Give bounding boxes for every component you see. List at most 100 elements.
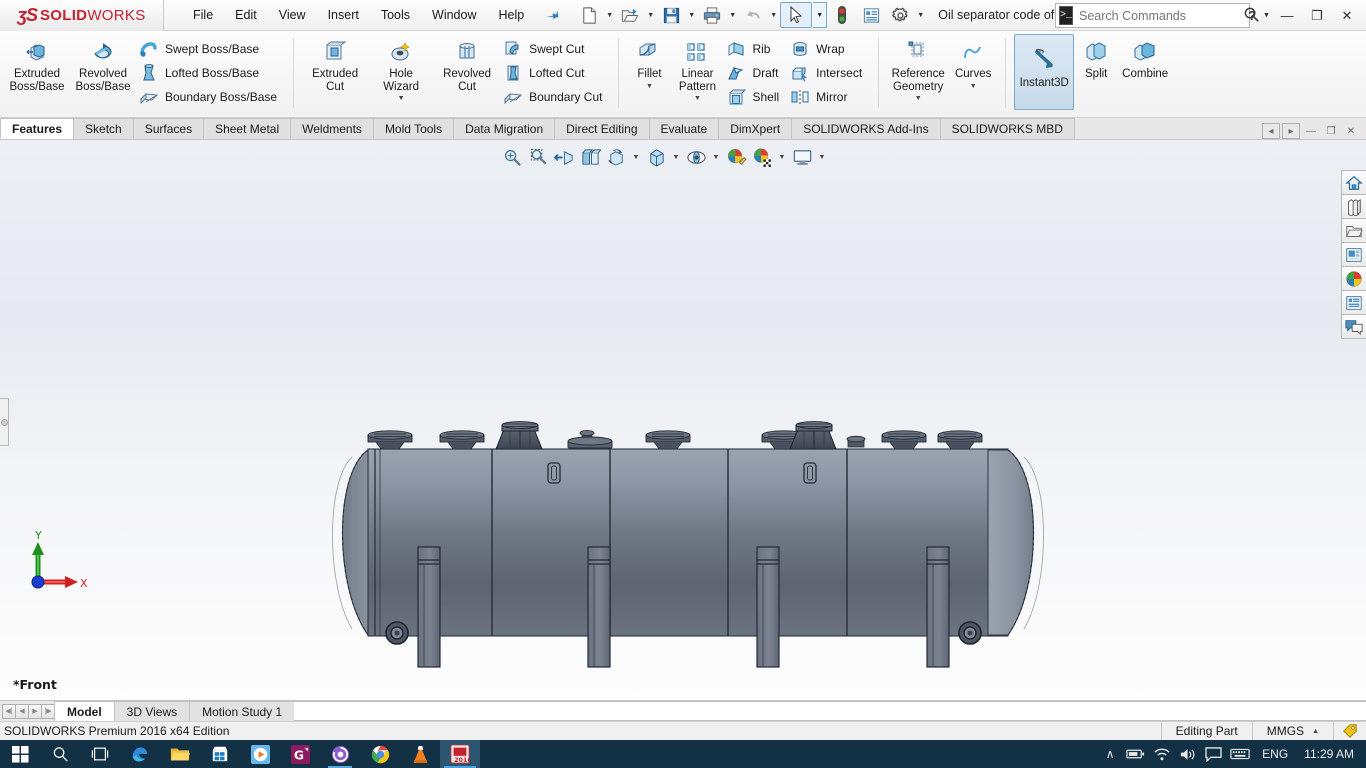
revolved-boss-base-button[interactable]: Revolved Boss/Base — [70, 34, 136, 93]
edge-browser-button[interactable] — [120, 740, 160, 768]
view-orientation-button[interactable] — [604, 145, 628, 169]
tab-data-migration[interactable]: Data Migration — [453, 118, 556, 139]
new-document-button[interactable] — [575, 2, 603, 28]
rib-button[interactable]: Rib — [723, 37, 787, 61]
doc-restore-button[interactable]: ❐ — [1322, 123, 1340, 139]
battery-icon[interactable] — [1122, 740, 1149, 768]
solidworks-logo[interactable]: ʒS SOLIDWORKS — [0, 0, 164, 31]
options-list-button[interactable] — [857, 2, 885, 28]
open-document-caret[interactable]: ▼ — [645, 2, 656, 28]
tab-sheet-metal[interactable]: Sheet Metal — [203, 118, 292, 139]
start-button[interactable] — [0, 740, 40, 768]
task-pane-home-button[interactable] — [1341, 170, 1366, 195]
split-button[interactable]: Split — [1074, 34, 1118, 81]
status-tag-cell[interactable] — [1333, 721, 1366, 741]
save-button[interactable] — [657, 2, 685, 28]
revolved-cut-button[interactable]: Revolved Cut — [434, 34, 500, 93]
view-orientation-caret[interactable]: ▼ — [630, 145, 642, 169]
feature-tree-collapse-flap[interactable] — [0, 398, 9, 446]
solidworks-taskbar-button[interactable]: 2016 — [440, 740, 480, 768]
menu-window[interactable]: Window — [421, 4, 487, 26]
menu-file[interactable]: File — [182, 4, 224, 26]
task-pane-appearances-button[interactable] — [1341, 266, 1366, 291]
task-pane-file-explorer-button[interactable] — [1341, 218, 1366, 243]
curves-dropdown-caret[interactable]: ▼ — [970, 83, 977, 90]
task-pane-view-palette-button[interactable] — [1341, 242, 1366, 267]
tray-language[interactable]: ENG — [1254, 747, 1296, 761]
keyboard-icon[interactable] — [1226, 740, 1254, 768]
new-document-caret[interactable]: ▼ — [604, 2, 615, 28]
intersect-button[interactable]: Intersect — [787, 61, 870, 85]
linear-pattern-button[interactable]: Linear Pattern ▼ — [671, 34, 723, 102]
prev-tab-button[interactable]: ◀ — [15, 703, 29, 719]
graphics-area[interactable]: ▼ ▼ ▼ ▼ ▼ Y X *Front — [0, 140, 1366, 700]
tab-surfaces[interactable]: Surfaces — [132, 118, 205, 139]
tray-clock[interactable]: 11:29 AM — [1296, 747, 1362, 761]
hide-show-items-button[interactable] — [684, 145, 708, 169]
doc-scroll-left-button[interactable]: ◂ — [1262, 123, 1280, 139]
vlc-player-button[interactable] — [400, 740, 440, 768]
pin-icon[interactable] — [541, 4, 563, 26]
extruded-boss-base-button[interactable]: Extruded Boss/Base — [4, 34, 70, 93]
next-tab-button[interactable]: ▶ — [28, 703, 42, 719]
status-units-caret[interactable]: ▲ — [1312, 728, 1319, 735]
gear-icon[interactable] — [886, 2, 914, 28]
zoom-to-fit-button[interactable] — [500, 145, 524, 169]
restore-button[interactable]: ❐ — [1302, 2, 1332, 30]
display-monitor-caret[interactable]: ▼ — [816, 145, 828, 169]
instant3d-button[interactable]: Instant3D — [1014, 34, 1075, 110]
swept-boss-base-button[interactable]: Swept Boss/Base — [136, 37, 285, 61]
task-pane-design-library-button[interactable] — [1341, 194, 1366, 219]
select-tool-caret[interactable]: ▼ — [813, 2, 828, 28]
edit-appearance-button[interactable] — [724, 145, 748, 169]
chrome-button[interactable] — [360, 740, 400, 768]
task-pane-custom-properties-button[interactable] — [1341, 290, 1366, 315]
bottom-tab-motion-study[interactable]: Motion Study 1 — [189, 701, 296, 721]
first-tab-button[interactable]: ◀| — [2, 703, 16, 719]
wrap-button[interactable]: Wrap — [787, 37, 870, 61]
tab-dimxpert[interactable]: DimXpert — [718, 118, 793, 139]
fillet-button[interactable]: Fillet ▼ — [627, 34, 671, 90]
tab-direct-editing[interactable]: Direct Editing — [554, 118, 650, 139]
menu-tools[interactable]: Tools — [370, 4, 421, 26]
swept-cut-button[interactable]: Swept Cut — [500, 37, 610, 61]
undo-button[interactable] — [739, 2, 767, 28]
search-taskbar-button[interactable] — [40, 740, 80, 768]
undo-caret[interactable]: ▼ — [768, 2, 779, 28]
tab-solidworks-mbd[interactable]: SOLIDWORKS MBD — [939, 118, 1075, 139]
reference-geometry-button[interactable]: Reference Geometry ▼ — [887, 34, 949, 102]
extruded-cut-button[interactable]: Extruded Cut — [302, 34, 368, 93]
section-view-button[interactable] — [578, 145, 602, 169]
bittorrent-button[interactable] — [320, 740, 360, 768]
tab-evaluate[interactable]: Evaluate — [648, 118, 720, 139]
options-caret[interactable]: ▼ — [915, 2, 926, 28]
doc-close-button[interactable]: ✕ — [1342, 123, 1360, 139]
apply-scene-button[interactable] — [750, 145, 774, 169]
menu-view[interactable]: View — [268, 4, 317, 26]
zoom-to-area-button[interactable] — [526, 145, 550, 169]
bottom-tab-model[interactable]: Model — [54, 701, 115, 721]
tab-mold-tools[interactable]: Mold Tools — [372, 118, 455, 139]
hole-wizard-button[interactable]: Hole Wizard ▼ — [368, 34, 434, 102]
previous-view-button[interactable] — [552, 145, 576, 169]
task-pane-forum-button[interactable] — [1341, 314, 1366, 339]
file-explorer-button[interactable] — [160, 740, 200, 768]
search-input[interactable] — [1073, 8, 1241, 23]
mirror-button[interactable]: Mirror — [787, 85, 870, 109]
lofted-cut-button[interactable]: Lofted Cut — [500, 61, 610, 85]
menu-insert[interactable]: Insert — [317, 4, 370, 26]
task-view-button[interactable] — [80, 740, 120, 768]
search-commands-box[interactable]: >_ ▼ — [1055, 3, 1270, 28]
boundary-boss-base-button[interactable]: Boundary Boss/Base — [136, 85, 285, 109]
status-units[interactable]: MMGS ▲ — [1251, 721, 1333, 741]
wifi-icon[interactable] — [1149, 740, 1175, 768]
doc-minimize-button[interactable]: — — [1302, 123, 1320, 139]
print-caret[interactable]: ▼ — [727, 2, 738, 28]
linear-pattern-dropdown-caret[interactable]: ▼ — [694, 95, 701, 102]
tab-solidworks-add-ins[interactable]: SOLIDWORKS Add-Ins — [791, 118, 941, 139]
tab-weldments[interactable]: Weldments — [290, 118, 374, 139]
minimize-button[interactable]: — — [1272, 2, 1302, 30]
print-button[interactable] — [698, 2, 726, 28]
rebuild-button[interactable] — [828, 2, 856, 28]
draft-button[interactable]: Draft — [723, 61, 787, 85]
